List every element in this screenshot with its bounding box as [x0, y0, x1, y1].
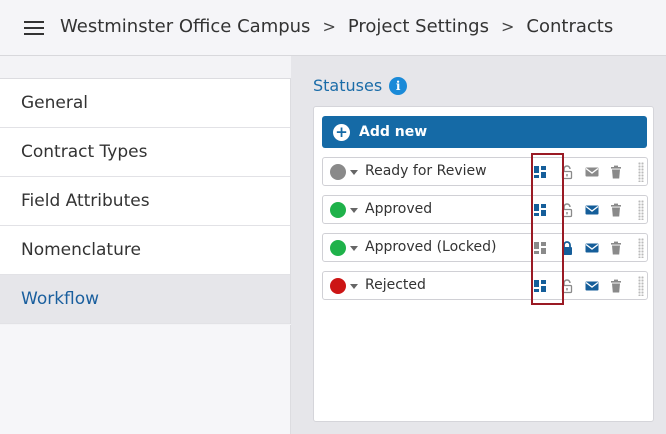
sidebar-item-workflow[interactable]: Workflow — [0, 275, 290, 324]
menu-icon[interactable] — [24, 20, 44, 36]
statuses-heading: Statuses i — [313, 76, 408, 95]
status-row[interactable]: Ready for Review — [322, 157, 648, 186]
plus-icon: + — [333, 123, 350, 141]
layout-icon[interactable] — [532, 278, 548, 294]
status-row[interactable]: Approved (Locked) — [322, 233, 648, 262]
status-name[interactable]: Approved — [365, 201, 432, 217]
unlock-icon[interactable] — [559, 164, 575, 180]
breadcrumb-campus[interactable]: Westminster Office Campus — [60, 16, 310, 37]
status-row[interactable]: Approved — [322, 195, 648, 224]
status-name[interactable]: Ready for Review — [365, 163, 487, 179]
trash-icon[interactable] — [608, 164, 624, 180]
add-new-label: Add new — [359, 124, 428, 140]
status-color-dot[interactable] — [330, 240, 346, 256]
unlock-icon[interactable] — [559, 202, 575, 218]
drag-handle-icon[interactable] — [638, 276, 644, 296]
layout-icon[interactable] — [532, 164, 548, 180]
layout-icon[interactable] — [532, 240, 548, 256]
sidebar-empty-area — [0, 325, 291, 434]
status-row[interactable]: Rejected — [322, 271, 648, 300]
sidebar-item-nomenclature[interactable]: Nomenclature — [0, 226, 290, 275]
drag-handle-icon[interactable] — [638, 200, 644, 220]
caret-down-icon[interactable] — [350, 208, 358, 213]
status-color-dot[interactable] — [330, 164, 346, 180]
breadcrumb-separator: > — [500, 17, 515, 36]
layout-icon[interactable] — [532, 202, 548, 218]
sidebar-item-general[interactable]: General — [0, 79, 290, 128]
breadcrumb-contracts: Contracts — [526, 16, 614, 37]
drag-handle-icon[interactable] — [638, 162, 644, 182]
trash-icon[interactable] — [608, 240, 624, 256]
sidebar-item-contract-types[interactable]: Contract Types — [0, 128, 290, 177]
settings-sidebar: General Contract Types Field Attributes … — [0, 56, 291, 434]
trash-icon[interactable] — [608, 202, 624, 218]
breadcrumb-project-settings[interactable]: Project Settings — [348, 16, 489, 37]
caret-down-icon[interactable] — [350, 284, 358, 289]
breadcrumb-separator: > — [322, 17, 336, 36]
status-color-dot[interactable] — [330, 278, 346, 294]
unlock-icon[interactable] — [559, 278, 575, 294]
statuses-panel: + Add new Ready for Review Approved Approv… — [313, 106, 654, 422]
trash-icon[interactable] — [608, 278, 624, 294]
add-new-button[interactable]: + Add new — [322, 116, 647, 148]
status-color-dot[interactable] — [330, 202, 346, 218]
status-name[interactable]: Rejected — [365, 277, 426, 293]
caret-down-icon[interactable] — [350, 246, 358, 251]
caret-down-icon[interactable] — [350, 170, 358, 175]
sidebar-nav: General Contract Types Field Attributes … — [0, 78, 291, 324]
mail-icon[interactable] — [584, 202, 600, 218]
breadcrumb: Westminster Office Campus > Project Sett… — [60, 16, 613, 37]
status-name[interactable]: Approved (Locked) — [365, 239, 496, 255]
drag-handle-icon[interactable] — [638, 238, 644, 258]
mail-icon[interactable] — [584, 278, 600, 294]
top-header: Westminster Office Campus > Project Sett… — [0, 0, 666, 56]
mail-icon[interactable] — [584, 240, 600, 256]
page-title: Statuses — [313, 76, 383, 95]
lock-icon[interactable] — [559, 240, 575, 256]
sidebar-item-field-attributes[interactable]: Field Attributes — [0, 177, 290, 226]
mail-icon[interactable] — [584, 164, 600, 180]
info-icon[interactable]: i — [389, 76, 408, 95]
